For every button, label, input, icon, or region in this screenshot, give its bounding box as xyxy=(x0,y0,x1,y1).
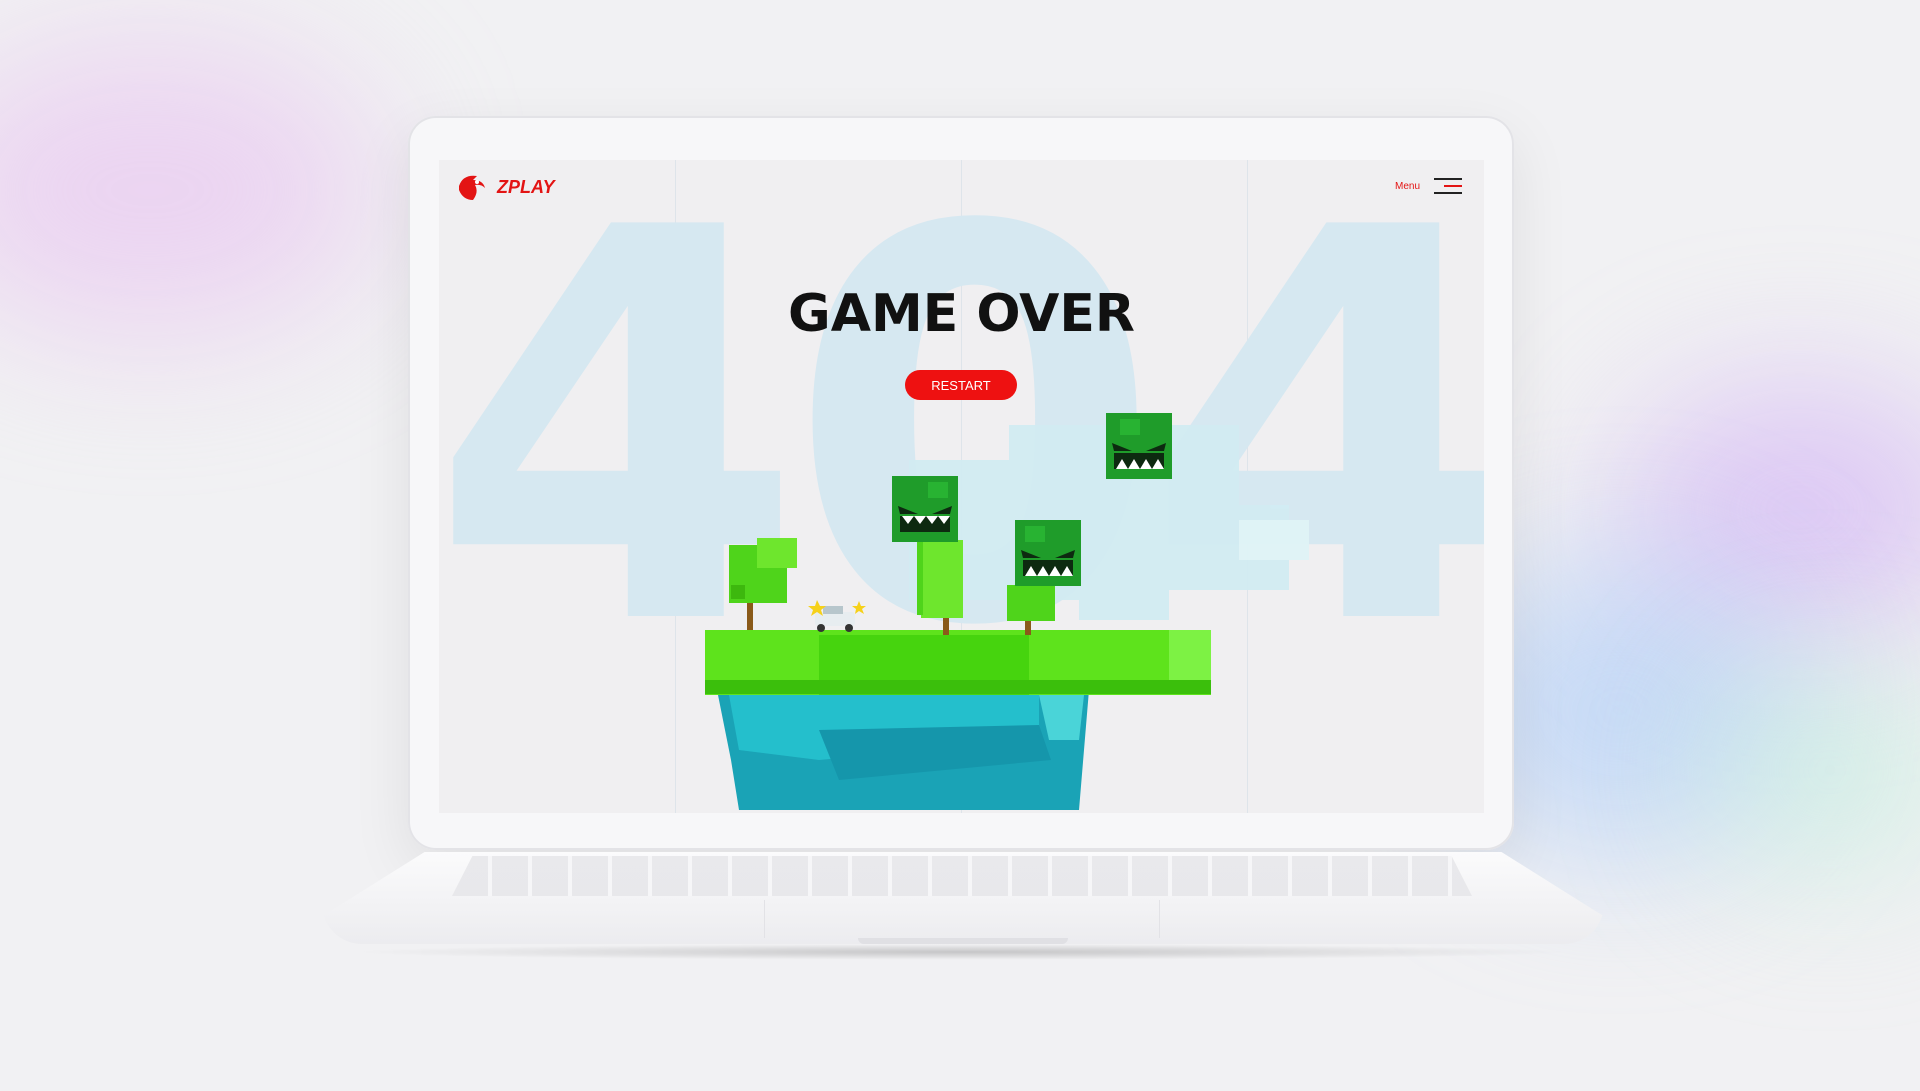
game-scene xyxy=(705,413,1309,810)
logo-text: ZPLAY xyxy=(497,176,555,197)
monster-icon xyxy=(892,476,958,542)
laptop-shadow xyxy=(350,944,1576,960)
menu-label: Menu xyxy=(1394,180,1420,192)
laptop-screen: 404 ZPLAY Menu GAME OVER RESTART xyxy=(439,160,1484,813)
monster-icon xyxy=(1015,520,1081,586)
laptop-keyboard xyxy=(452,856,1472,896)
restart-button[interactable]: RESTART xyxy=(905,370,1017,400)
menu-button[interactable]: Menu xyxy=(1395,178,1462,194)
tree-icon xyxy=(917,535,963,635)
tree-icon xyxy=(1007,585,1055,635)
laptop-trackpad xyxy=(764,900,1160,938)
monster-icon xyxy=(1106,413,1172,479)
tree-icon xyxy=(729,538,797,630)
page-title: GAME OVER xyxy=(788,284,1135,344)
hamburger-menu-icon xyxy=(1434,178,1462,194)
floating-island-icon xyxy=(705,630,1211,810)
wrecked-car-icon xyxy=(808,600,866,632)
zplay-logo-icon xyxy=(459,175,485,200)
background-glow-pink xyxy=(0,40,380,340)
zplay-logo[interactable]: ZPLAY xyxy=(455,172,555,202)
